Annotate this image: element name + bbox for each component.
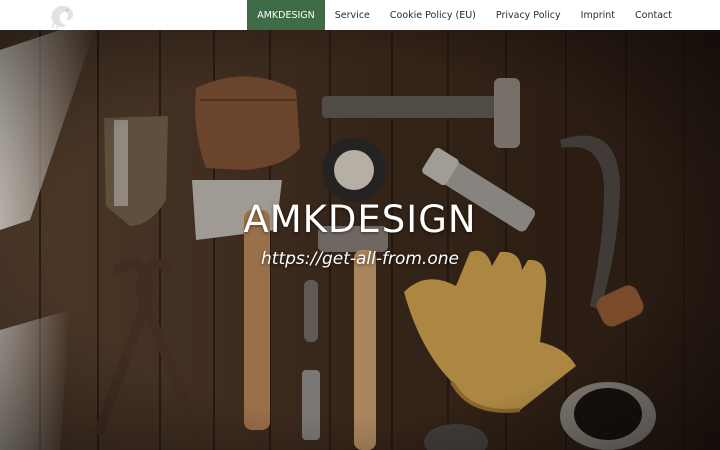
- chameleon-logo-icon[interactable]: [46, 2, 78, 29]
- hero-title: AMKDESIGN: [243, 198, 477, 241]
- nav-item-home[interactable]: AMKDESIGN: [247, 0, 325, 30]
- nav-item-contact[interactable]: Contact: [625, 0, 682, 30]
- main-navigation: AMKDESIGN Service Cookie Policy (EU) Pri…: [247, 0, 682, 30]
- nav-item-service[interactable]: Service: [325, 0, 380, 30]
- nav-item-cookie-policy[interactable]: Cookie Policy (EU): [380, 0, 486, 30]
- hero-subtitle-link[interactable]: https://get-all-from.one: [0, 249, 720, 269]
- nav-item-imprint[interactable]: Imprint: [571, 0, 625, 30]
- nav-item-privacy-policy[interactable]: Privacy Policy: [486, 0, 571, 30]
- site-header: AMKDESIGN Service Cookie Policy (EU) Pri…: [0, 0, 720, 30]
- hero-banner: AMKDESIGN https://get-all-from.one: [0, 30, 720, 450]
